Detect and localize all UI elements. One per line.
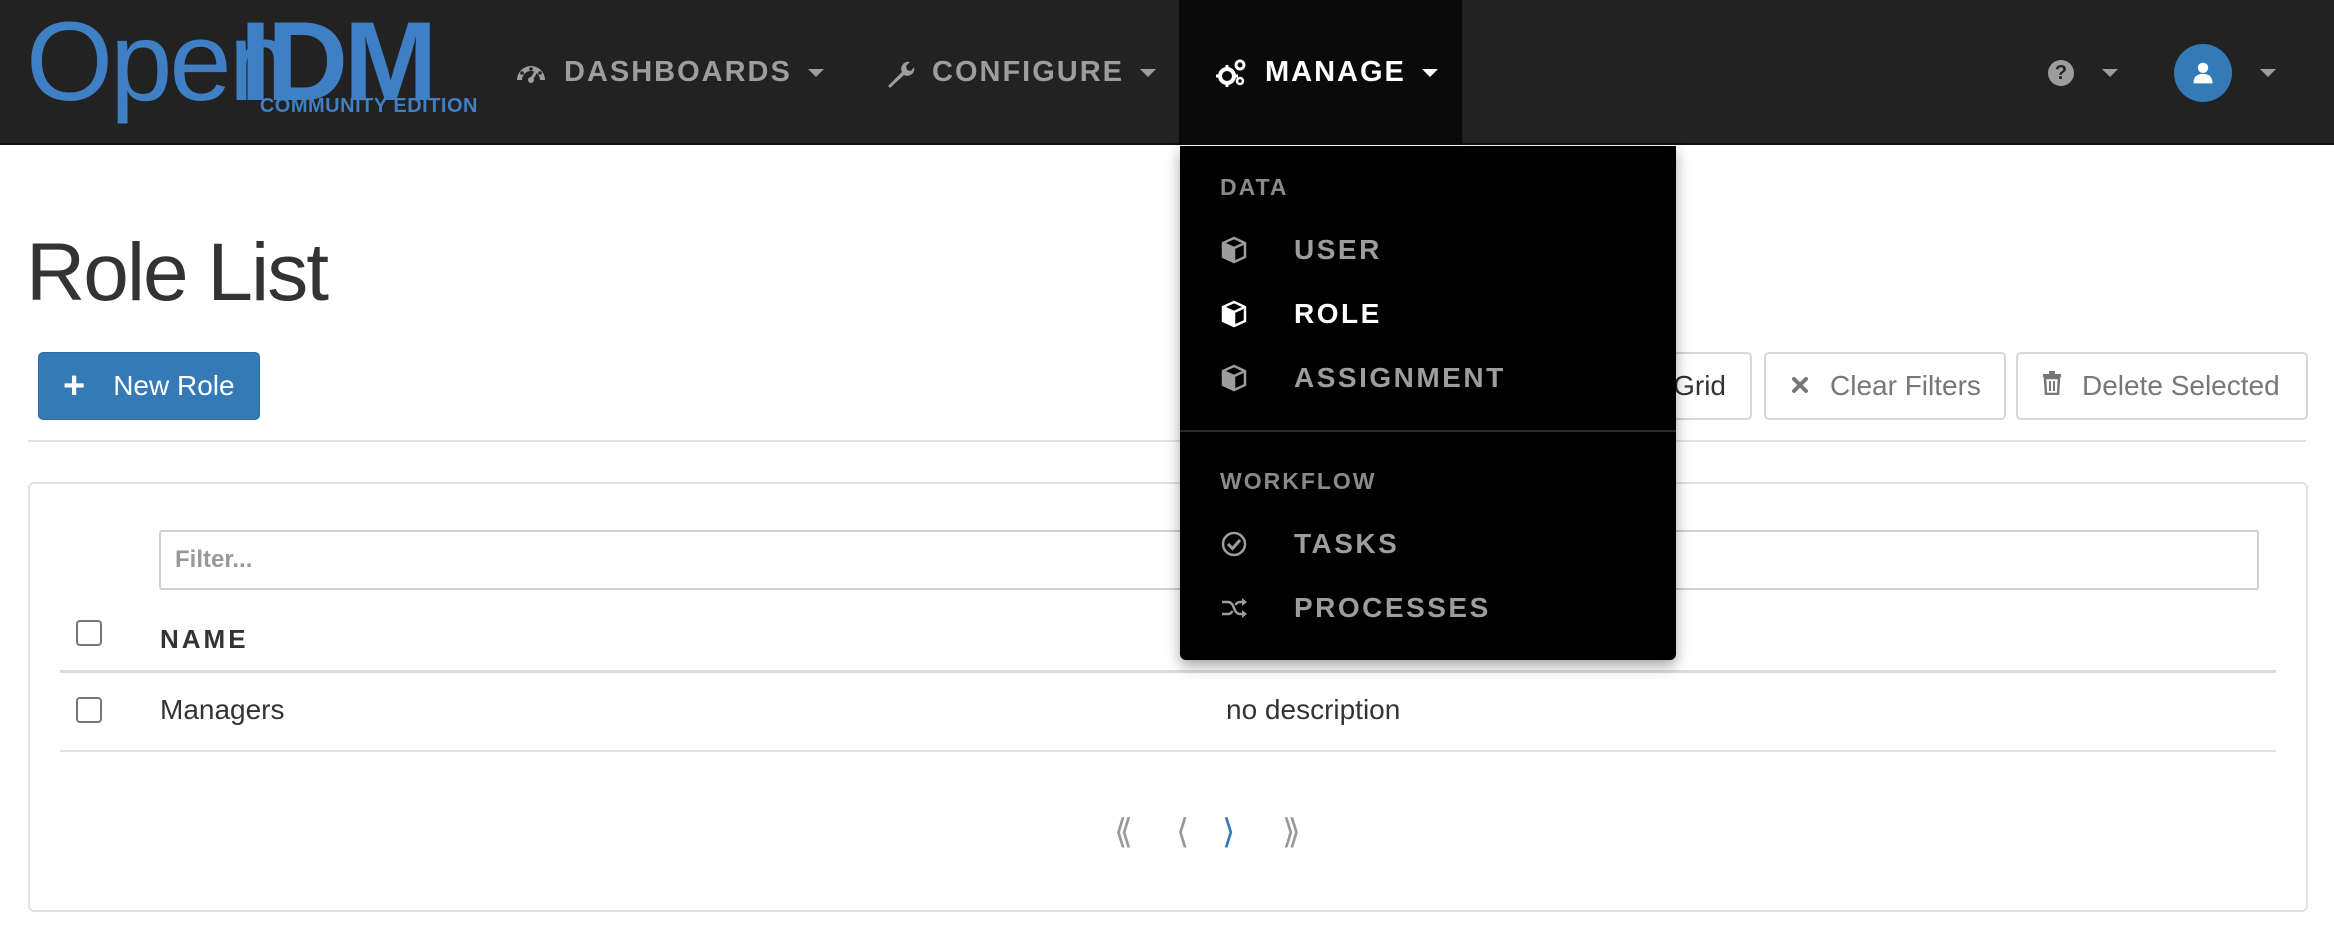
openidm-logo[interactable]: Open IDM COMMUNITY EDITION [26,6,477,121]
menu-item-tasks[interactable]: TASKS [1220,524,1399,564]
prev-page-button[interactable]: ⟨ [1176,812,1189,852]
row-divider [60,750,2276,752]
dashboard-icon [514,56,548,90]
menu-header-data: DATA [1220,174,1289,200]
close-icon [1790,370,1810,402]
clear-filters-label: Clear Filters [1830,370,1981,401]
last-page-button[interactable]: ⟫ [1282,812,1301,852]
row-checkbox[interactable] [76,697,102,723]
menu-item-role[interactable]: ROLE [1220,294,1382,334]
chevron-down-icon [2260,68,2276,77]
grid-label: Grid [1673,370,1726,401]
page-title: Role List [26,227,329,318]
next-page-button[interactable]: ⟩ [1222,812,1235,852]
toolbar-divider [28,440,2306,442]
nav-manage-label: MANAGE [1265,56,1406,88]
new-role-label: New Role [113,370,235,401]
new-role-button[interactable]: + New Role [38,352,260,420]
select-all-checkbox[interactable] [76,620,102,646]
random-icon [1220,594,1248,622]
table-cell-description: no description [1226,694,1401,725]
menu-item-role-label: ROLE [1294,298,1382,329]
nav-manage[interactable]: MANAGE [1179,0,1462,145]
nav-help[interactable]: ? [2048,0,2118,145]
trash-icon [2042,370,2062,402]
nav-configure[interactable]: CONFIGURE [882,0,1156,145]
avatar [2174,43,2232,102]
manage-dropdown-menu: DATA USER ROLE ASSIGNMENT WORKFLOW TASKS… [1180,146,1676,660]
menu-item-tasks-label: TASKS [1294,528,1400,559]
nav-user-menu[interactable] [2174,0,2276,145]
menu-item-user-label: USER [1294,234,1382,265]
header-divider [60,670,2276,673]
user-icon [2193,62,2213,83]
menu-item-processes[interactable]: PROCESSES [1220,588,1491,628]
clear-filters-button[interactable]: Clear Filters [1764,352,2006,420]
cube-icon [1220,236,1248,264]
chevron-down-icon [1421,68,1438,77]
menu-item-processes-label: PROCESSES [1294,592,1491,623]
delete-selected-label: Delete Selected [2082,370,2280,401]
nav-configure-label: CONFIGURE [932,56,1124,88]
logo-edition-text: COMMUNITY EDITION [259,95,478,117]
delete-selected-button[interactable]: Delete Selected [2016,352,2308,420]
nav-dashboards-label: DASHBOARDS [564,56,792,88]
menu-item-user[interactable]: USER [1220,230,1382,270]
check-circle-icon [1220,530,1248,558]
help-icon: ? [2048,59,2074,86]
table-cell-name[interactable]: Managers [160,694,285,726]
menu-header-workflow: WORKFLOW [1220,468,1377,494]
wrench-icon [882,56,916,90]
nav-dashboards[interactable]: DASHBOARDS [514,0,824,145]
cube-icon [1220,300,1248,328]
chevron-down-icon [1140,68,1156,77]
top-navbar: Open IDM COMMUNITY EDITION DASHBOARDS CO… [0,0,2334,145]
cube-icon [1220,364,1248,392]
column-header-name[interactable]: NAME [160,624,249,655]
chevron-down-icon [2102,68,2118,77]
gears-icon [1215,56,1249,90]
first-page-button[interactable]: ⟪ [1114,812,1133,852]
menu-item-assignment-label: ASSIGNMENT [1294,362,1506,393]
chevron-down-icon [807,68,824,77]
menu-item-assignment[interactable]: ASSIGNMENT [1220,358,1506,398]
plus-icon: + [63,365,86,407]
menu-divider [1180,430,1676,432]
